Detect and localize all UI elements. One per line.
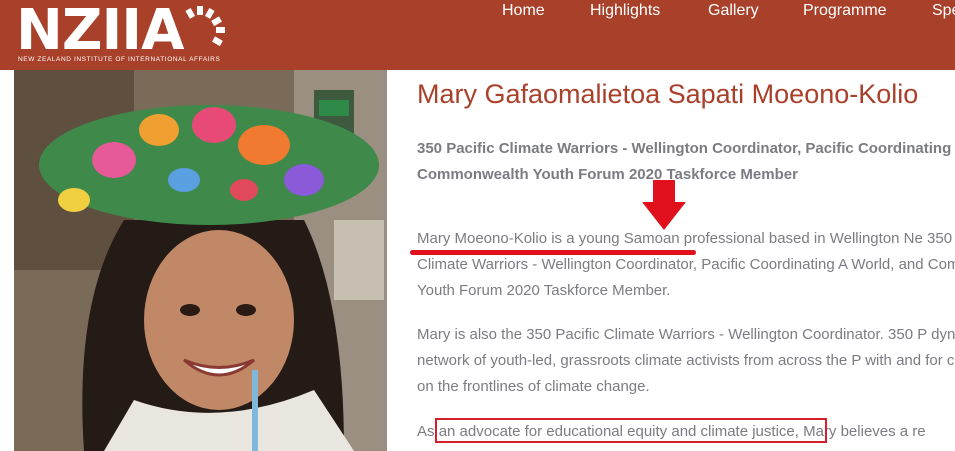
nav-item-gallery[interactable]: Gallery xyxy=(708,2,759,20)
annotation-underline xyxy=(410,250,696,255)
nav-item-highlights[interactable]: Highlights xyxy=(590,2,660,20)
nav-item-programme[interactable]: Programme xyxy=(803,2,887,20)
profile-photo xyxy=(14,70,387,451)
bio-paragraph-1: Mary Moeono-Kolio is a young Samoan prof… xyxy=(417,230,955,299)
bio-paragraph-2: Mary is also the 350 Pacific Climate War… xyxy=(417,326,955,395)
nav-item-home[interactable]: Home xyxy=(502,2,545,20)
portrait-illustration xyxy=(14,70,387,451)
bio-paragraph-3-start: As xyxy=(417,423,435,440)
annotation-highlight-box xyxy=(435,418,827,443)
nav-item-speakers[interactable]: Spe xyxy=(932,2,955,20)
main-nav: Home Highlights Gallery Programme Spe xyxy=(0,0,955,24)
arrow-down-icon xyxy=(642,180,686,230)
logo-subtitle: NEW ZEALAND INSTITUTE OF INTERNATIONAL A… xyxy=(18,56,221,63)
site-header: NZIIA NEW ZEALAND INSTITUTE OF INTERNATI… xyxy=(0,0,955,70)
profile-content: Mary Gafaomalietoa Sapati Moeono-Kolio 3… xyxy=(417,70,955,451)
page-title: Mary Gafaomalietoa Sapati Moeono-Kolio xyxy=(417,79,919,109)
